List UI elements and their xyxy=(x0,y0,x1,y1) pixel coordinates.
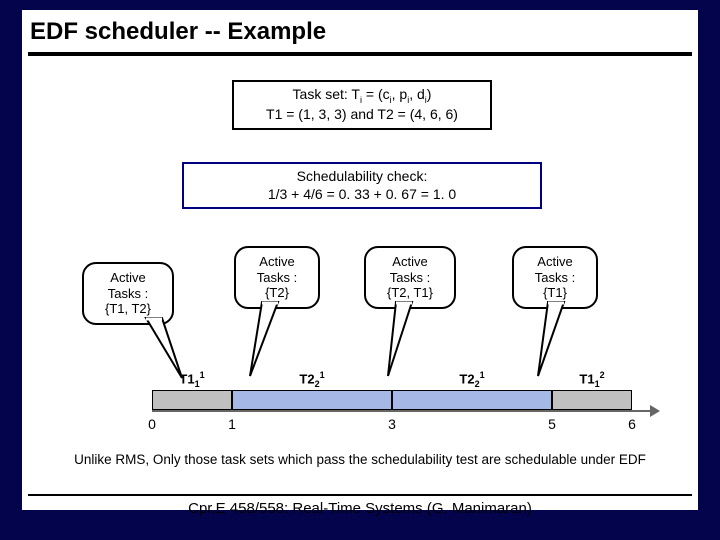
bar-label-4: T112 xyxy=(562,370,622,389)
title-rule xyxy=(28,52,692,56)
taskset-box: Task set: Ti = (ci, pi, di) T1 = (1, 3, … xyxy=(232,80,492,130)
bubble-3-tail xyxy=(382,300,422,380)
timeline: T111 T221 T221 T112 0 1 3 5 6 xyxy=(152,380,672,440)
bar-label-3: T221 xyxy=(442,370,502,389)
bubble-4-tail xyxy=(534,300,574,380)
page-number: 9 xyxy=(704,517,712,534)
tick-0: 0 xyxy=(148,416,156,432)
bar-t1-2 xyxy=(552,390,632,410)
taskset-line1: Task set: Ti = (ci, pi, di) xyxy=(242,86,482,106)
bar-t2-1b xyxy=(392,390,552,410)
bar-label-1: T111 xyxy=(162,370,222,389)
tick-5: 5 xyxy=(548,416,556,432)
bar-t2-1a xyxy=(232,390,392,410)
bar-t1-1 xyxy=(152,390,232,410)
timeline-axis xyxy=(152,410,652,412)
sched-line1: Schedulability check: xyxy=(192,168,532,186)
tick-6: 6 xyxy=(628,416,636,432)
sched-box: Schedulability check: 1/3 + 4/6 = 0. 33 … xyxy=(182,162,542,209)
sched-line2: 1/3 + 4/6 = 0. 33 + 0. 67 = 1. 0 xyxy=(192,186,532,204)
taskset-line2: T1 = (1, 3, 3) and T2 = (4, 6, 6) xyxy=(242,106,482,124)
timeline-arrowhead xyxy=(650,405,660,417)
footer-text: Cpr.E 458/558: Real-Time Systems (G. Man… xyxy=(22,500,698,517)
slide-title: EDF scheduler -- Example xyxy=(22,10,698,52)
footnote: Unlike RMS, Only those task sets which p… xyxy=(52,452,668,469)
tick-3: 3 xyxy=(388,416,396,432)
bar-label-2: T221 xyxy=(282,370,342,389)
bubble-2-tail xyxy=(244,300,284,380)
bottom-rule xyxy=(28,494,692,496)
slide-body: EDF scheduler -- Example Task set: Ti = … xyxy=(22,10,698,510)
tick-1: 1 xyxy=(228,416,236,432)
